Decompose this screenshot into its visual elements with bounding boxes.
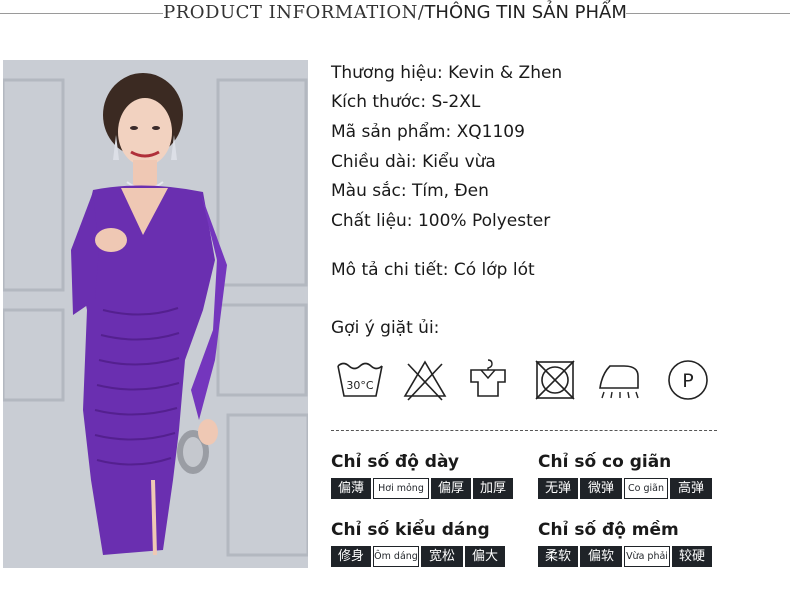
header-rule-left: [0, 13, 163, 14]
section-divider: [331, 430, 717, 431]
title-english: PRODUCT INFORMATION/: [163, 2, 425, 23]
softness-option: 柔软: [538, 546, 578, 567]
thickness-option: 偏厚: [431, 478, 471, 499]
fit-option: 修身: [331, 546, 371, 567]
stretch-option: 微弹: [580, 478, 622, 499]
info-size: Kích thước: S-2XL: [331, 92, 481, 112]
info-color: Màu sắc: Tím, Đen: [331, 181, 489, 201]
description: Mô tả chi tiết: Có lớp lót: [331, 260, 535, 280]
dry-clean-letter: P: [682, 370, 693, 392]
no-bleach-icon: [403, 360, 447, 401]
dry-clean-p-icon: P: [668, 360, 708, 400]
stretch-option: 高弹: [670, 478, 712, 499]
stretch-option: 无弹: [538, 478, 578, 499]
fit-option: 偏大: [465, 546, 505, 567]
stretch-option-selected: Co giãn: [624, 478, 668, 499]
no-tumble-dry-icon: [535, 360, 575, 400]
header-rule-right: [626, 13, 790, 14]
info-material: Chất liệu: 100% Polyester: [331, 211, 551, 231]
stretch-title: Chỉ số co giãn: [538, 452, 672, 472]
fit-option-selected: Ôm dáng: [373, 546, 419, 567]
softness-option-selected: Vừa phải: [624, 546, 670, 567]
care-title: Gợi ý giặt ủi:: [331, 318, 440, 338]
thickness-option-selected: Hơi mỏng: [373, 478, 429, 499]
thickness-option: 加厚: [473, 478, 513, 499]
info-length: Chiều dài: Kiểu vừa: [331, 152, 496, 172]
info-sku: Mã sản phẩm: XQ1109: [331, 122, 525, 142]
softness-title: Chỉ số độ mềm: [538, 520, 679, 540]
iron-steam-icon: [599, 365, 639, 399]
product-photo: [3, 60, 308, 568]
model-illustration: [3, 60, 308, 568]
wash-30c-icon: 30°C: [337, 362, 383, 397]
fit-title: Chỉ số kiểu dáng: [331, 520, 490, 540]
hang-dry-icon: [470, 359, 506, 397]
softness-scale: 柔软 偏软 Vừa phải 较硬: [538, 546, 712, 567]
fit-scale: 修身 Ôm dáng 宽松 偏大: [331, 546, 505, 567]
softness-option: 较硬: [672, 546, 712, 567]
title-vietnamese: THÔNG TIN SẢN PHẨM: [424, 2, 627, 23]
info-brand: Thương hiệu: Kevin & Zhen: [331, 63, 563, 83]
page-title: PRODUCT INFORMATION/THÔNG TIN SẢN PHẨM: [150, 2, 640, 23]
wash-temp-label: 30°C: [346, 379, 373, 392]
thickness-option: 偏薄: [331, 478, 371, 499]
fit-option: 宽松: [421, 546, 463, 567]
stretch-scale: 无弹 微弹 Co giãn 高弹: [538, 478, 712, 499]
thickness-title: Chỉ số độ dày: [331, 452, 460, 472]
softness-option: 偏软: [580, 546, 622, 567]
thickness-scale: 偏薄 Hơi mỏng 偏厚 加厚: [331, 478, 513, 499]
